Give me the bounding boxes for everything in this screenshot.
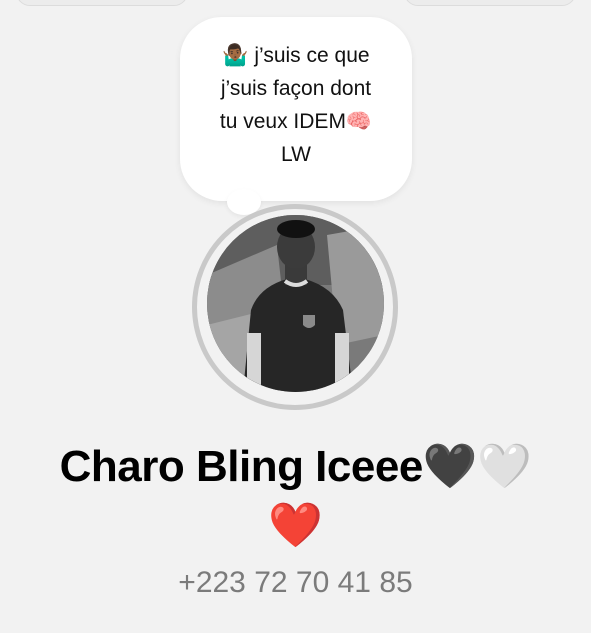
top-pill-right [404, 0, 576, 6]
contact-name: Charo Bling Iceee🖤🤍 ❤️ [0, 436, 591, 554]
contact-name-line-2: ❤️ [268, 501, 323, 550]
profile-photo-icon [207, 215, 384, 392]
status-bubble[interactable]: 🤷🏾‍♂️ j’suis ce que j’suis façon dont tu… [180, 17, 412, 201]
contact-name-line-1: Charo Bling Iceee🖤🤍 [59, 442, 532, 491]
top-pill-left [16, 0, 188, 6]
avatar[interactable] [207, 215, 384, 392]
status-line-2: j’suis façon dont [220, 77, 372, 100]
status-line-3: tu veux IDEM🧠 [219, 110, 373, 133]
phone-number[interactable]: +223 72 70 41 85 [0, 561, 591, 605]
status-line-4: LW [281, 143, 311, 166]
status-line-1: 🤷🏾‍♂️ j’suis ce que [222, 44, 370, 67]
